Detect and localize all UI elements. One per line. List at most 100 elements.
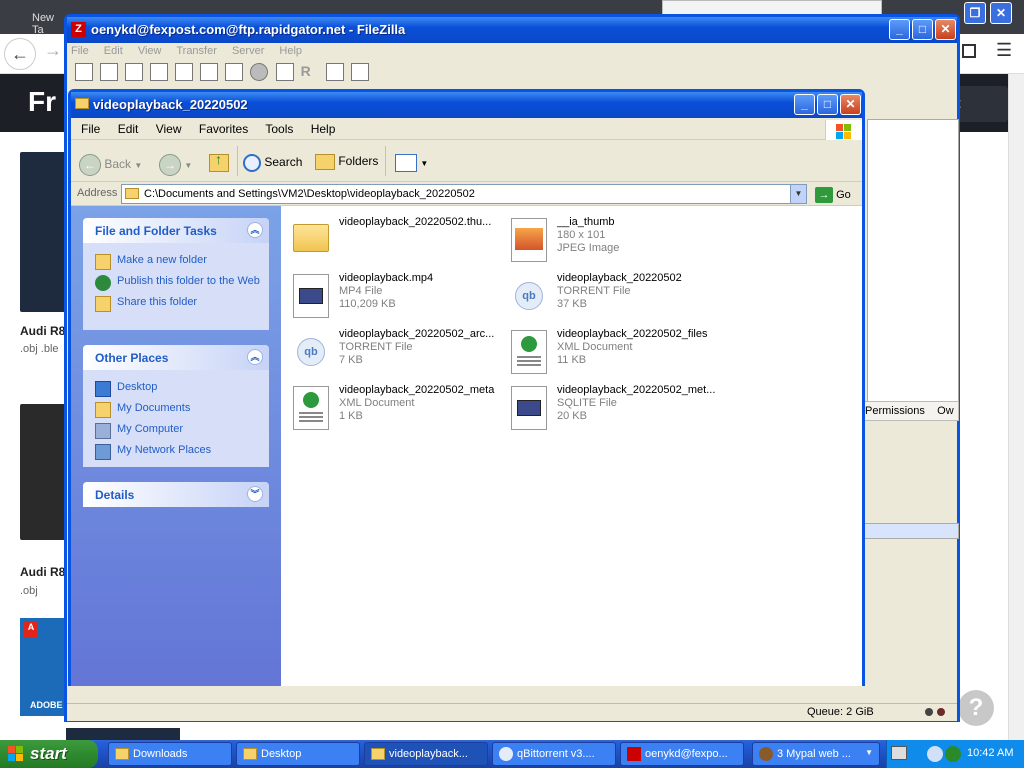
remote-pane[interactable]	[867, 119, 959, 419]
menu-icon[interactable]: ☰	[996, 40, 1012, 61]
filezilla-titlebar[interactable]: oenykd@fexpost.com@ftp.rapidgator.net - …	[67, 17, 957, 43]
restore-button[interactable]: ❐	[964, 2, 986, 24]
menu-file[interactable]: File	[81, 122, 100, 136]
menu-transfer[interactable]: Transfer	[176, 45, 217, 57]
minimize-button[interactable]: _	[794, 94, 815, 115]
product-title[interactable]: Audi R8	[20, 324, 65, 338]
search-button[interactable]: Search	[243, 149, 302, 173]
menu-help[interactable]: Help	[311, 122, 336, 136]
back-arrow-icon[interactable]: ←	[4, 38, 36, 70]
product-thumbnail[interactable]	[20, 152, 66, 312]
close-button[interactable]: ✕	[840, 94, 861, 115]
menu-favorites[interactable]: Favorites	[199, 122, 248, 136]
keyboard-icon[interactable]	[891, 746, 907, 760]
back-button[interactable]: ← Back ▼	[79, 149, 142, 176]
menu-tools[interactable]: Tools	[265, 122, 293, 136]
chevron-down-icon[interactable]: ▼	[790, 185, 806, 203]
menu-edit[interactable]: Edit	[118, 122, 139, 136]
product-thumbnail[interactable]	[66, 728, 180, 740]
remote-hscrollbar[interactable]	[864, 523, 959, 539]
collapse-icon[interactable]: ︽	[247, 349, 263, 365]
taskbar-item-filezilla[interactable]: oenykd@fexpo...	[620, 742, 744, 766]
maximize-button[interactable]: □	[817, 94, 838, 115]
forward-button[interactable]: → ▼	[159, 149, 192, 176]
new-folder-icon	[95, 254, 111, 270]
column-owner[interactable]: Ow	[937, 405, 954, 417]
publish-web-link[interactable]: Publish this folder to the Web	[95, 275, 269, 291]
share-folder-icon	[95, 296, 111, 312]
filter-icon[interactable]	[350, 63, 369, 81]
reader-icon[interactable]	[962, 44, 976, 58]
minimize-button[interactable]: _	[889, 19, 910, 40]
explorer-titlebar[interactable]: videoplayback_20220502	[71, 92, 862, 118]
reconnect-icon[interactable]: R	[301, 63, 319, 81]
menu-view[interactable]: View	[156, 122, 182, 136]
qbittorrent-tray-icon[interactable]	[927, 746, 943, 762]
folders-button[interactable]: Folders	[315, 149, 378, 173]
my-documents-link[interactable]: My Documents	[95, 402, 269, 418]
page-scrollbar[interactable]	[1008, 74, 1024, 740]
desktop-link[interactable]: Desktop	[95, 381, 269, 397]
up-folder-button[interactable]: ↑	[209, 149, 229, 173]
make-new-folder-link[interactable]: Make a new folder	[95, 254, 269, 270]
close-button[interactable]: ✕	[990, 2, 1012, 24]
network-tray-icon[interactable]	[945, 746, 961, 762]
torrent-icon: qb	[509, 272, 549, 318]
views-button[interactable]: ▼	[395, 149, 428, 173]
help-icon[interactable]: ?	[958, 690, 994, 726]
panel-header[interactable]: Details ︾	[83, 482, 269, 507]
menu-file[interactable]: File	[71, 45, 89, 57]
queue-icon[interactable]	[175, 63, 194, 81]
remote-tree-icon[interactable]	[150, 63, 169, 81]
go-button[interactable]: → Go	[811, 184, 861, 204]
address-input[interactable]: C:\Documents and Settings\VM2\Desktop\vi…	[121, 184, 807, 204]
network-icon	[95, 444, 111, 460]
product-title[interactable]: Audi R8	[20, 565, 65, 579]
folder-icon	[75, 98, 89, 109]
clock[interactable]: 10:42 AM	[967, 747, 1013, 759]
file-item[interactable]: videoplayback_20220502.thu...	[291, 214, 501, 264]
compare-icon[interactable]	[325, 63, 344, 81]
panel-header[interactable]: File and Folder Tasks ︽	[83, 218, 269, 243]
promo-banner[interactable]: A ADOBE	[20, 618, 66, 716]
forward-arrow-icon[interactable]: →	[44, 40, 62, 61]
taskbar-item-videoplayback[interactable]: videoplayback...	[364, 742, 488, 766]
file-item[interactable]: videoplayback_20220502_met... SQLITE Fil…	[509, 382, 719, 432]
file-item[interactable]: videoplayback_20220502_files XML Documen…	[509, 326, 719, 376]
file-item[interactable]: qb videoplayback_20220502 TORRENT File 3…	[509, 270, 719, 320]
taskbar-item-qbittorrent[interactable]: qBittorrent v3....	[492, 742, 616, 766]
expand-icon[interactable]: ︾	[247, 486, 263, 502]
message-log-icon[interactable]	[100, 63, 119, 81]
file-item[interactable]: qb videoplayback_20220502_arc... TORRENT…	[291, 326, 501, 376]
my-computer-link[interactable]: My Computer	[95, 423, 269, 439]
product-thumbnail[interactable]	[20, 404, 66, 540]
disconnect-icon[interactable]	[275, 63, 294, 81]
process-queue-icon[interactable]	[225, 63, 244, 81]
start-button[interactable]: start	[0, 740, 98, 768]
share-folder-link[interactable]: Share this folder	[95, 296, 269, 312]
file-item[interactable]: __ia_thumb 180 x 101 JPEG Image	[509, 214, 719, 264]
refresh-icon[interactable]	[200, 63, 219, 81]
folder-icon	[243, 748, 257, 760]
file-item[interactable]: videoplayback_20220502_meta XML Document…	[291, 382, 501, 432]
browser-tab[interactable]: New Ta	[4, 4, 64, 36]
menu-view[interactable]: View	[138, 45, 162, 57]
close-button[interactable]: ✕	[935, 19, 956, 40]
maximize-button[interactable]: □	[912, 19, 933, 40]
taskbar-item-mypal[interactable]: 3 Mypal web ... ▼	[752, 742, 880, 766]
taskbar-item-desktop[interactable]: Desktop	[236, 742, 360, 766]
local-tree-icon[interactable]	[125, 63, 144, 81]
menu-help[interactable]: Help	[279, 45, 302, 57]
panel-header[interactable]: Other Places ︽	[83, 345, 269, 370]
cancel-icon[interactable]	[250, 63, 269, 81]
my-network-places-link[interactable]: My Network Places	[95, 444, 269, 460]
taskbar-item-downloads[interactable]: Downloads	[108, 742, 232, 766]
collapse-icon[interactable]: ︽	[247, 222, 263, 238]
menu-server[interactable]: Server	[232, 45, 264, 57]
file-item[interactable]: videoplayback.mp4 MP4 File 110,209 KB	[291, 270, 501, 320]
go-arrow-icon: →	[815, 187, 833, 203]
site-manager-icon[interactable]	[75, 63, 93, 81]
column-permissions[interactable]: Permissions	[865, 405, 925, 417]
menu-edit[interactable]: Edit	[104, 45, 123, 57]
forward-arrow-icon: →	[159, 154, 181, 176]
